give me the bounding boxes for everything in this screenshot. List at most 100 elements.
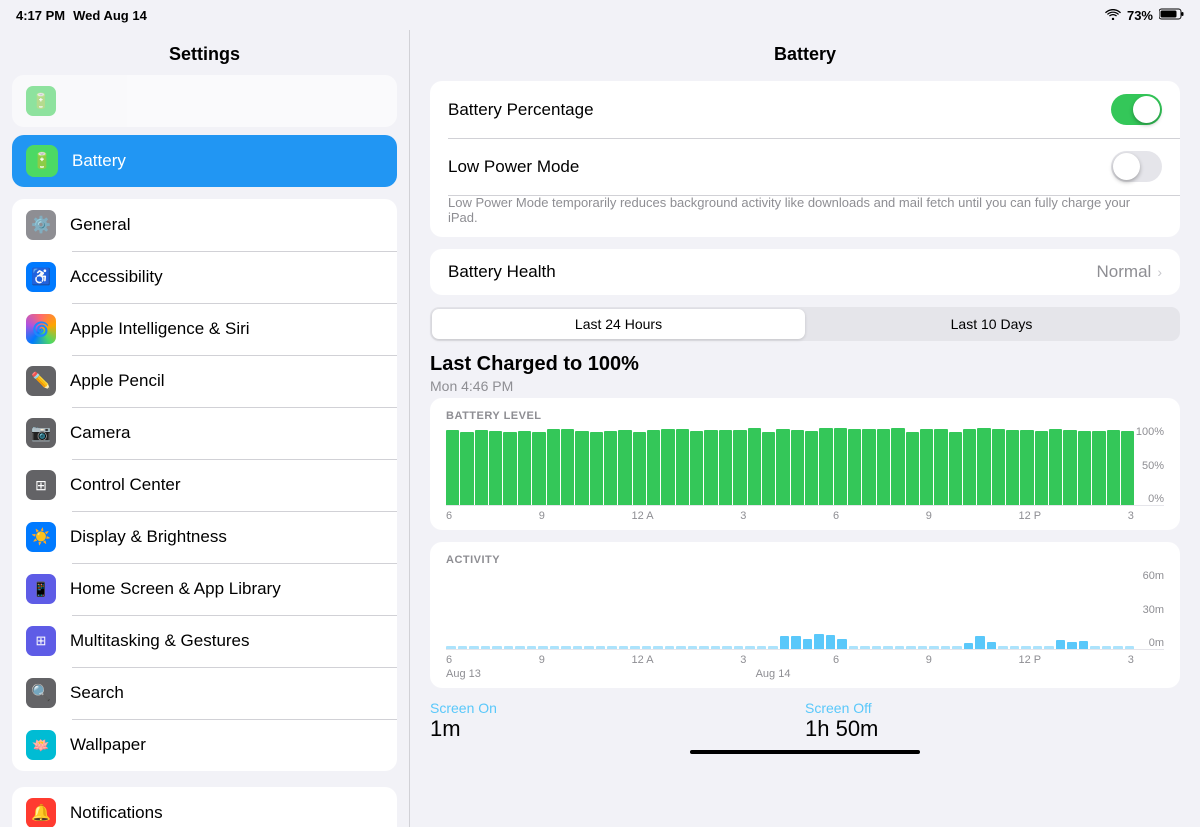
battery-bar <box>963 429 976 505</box>
sidebar-item-general[interactable]: ⚙️ General <box>12 199 397 251</box>
toggle-knob <box>1133 96 1160 123</box>
battery-icon: 🔋 <box>26 145 58 177</box>
sidebar-item-apple-pencil[interactable]: ✏️ Apple Pencil <box>12 355 397 407</box>
sidebar-item-wallpaper[interactable]: 🪷 Wallpaper <box>12 719 397 771</box>
status-date: Wed Aug 14 <box>73 8 147 23</box>
battery-bar <box>848 429 861 505</box>
activity-x-labels: 6 9 12 A 3 6 9 12 P 3 <box>446 654 1164 666</box>
activity-bar <box>1079 641 1089 649</box>
battery-bar <box>1020 430 1033 505</box>
battery-bar <box>446 430 459 505</box>
battery-bar <box>906 432 919 505</box>
act-y-60: 60m <box>1143 570 1164 582</box>
chevron-right-icon: › <box>1157 264 1162 280</box>
sidebar-item-search[interactable]: 🔍 Search <box>12 667 397 719</box>
activity-bar <box>1125 646 1135 649</box>
battery-bar <box>834 428 847 505</box>
battery-percentage-toggle[interactable] <box>1111 94 1162 125</box>
screen-on-stat: Screen On 1m <box>430 700 805 742</box>
activity-bar <box>688 646 698 649</box>
sidebar-item-multitasking[interactable]: ⊞ Multitasking & Gestures <box>12 615 397 667</box>
seg-last-24h[interactable]: Last 24 Hours <box>432 309 805 339</box>
battery-health-card[interactable]: Battery Health Normal › <box>430 249 1180 295</box>
sidebar-item-control-center[interactable]: ⊞ Control Center <box>12 459 397 511</box>
activity-bars-area: 60m 30m 0m <box>446 570 1164 650</box>
activity-bar <box>469 646 479 649</box>
battery-bar <box>661 429 674 505</box>
low-power-mode-row: Low Power Mode <box>430 138 1180 195</box>
activity-bar <box>515 646 525 649</box>
battery-bar <box>547 429 560 505</box>
activity-bar <box>596 646 606 649</box>
activity-bar <box>665 646 675 649</box>
home-indicator <box>690 750 920 754</box>
main-title: Battery <box>410 30 1200 81</box>
wallpaper-icon: 🪷 <box>26 730 56 760</box>
battery-bar <box>676 429 689 505</box>
battery-bar <box>460 432 473 505</box>
battery-level-label: BATTERY LEVEL <box>446 410 1164 422</box>
battery-bar <box>862 429 875 505</box>
activity-date-labels: Aug 13 Aug 14 <box>446 668 1164 680</box>
battery-bar <box>475 430 488 505</box>
battery-bar <box>805 431 818 505</box>
sidebar: Settings 🔋 🔋 Battery ⚙️ General ♿ Access… <box>0 0 410 827</box>
battery-x-labels: 6 9 12 A 3 6 9 12 P 3 <box>446 510 1164 522</box>
battery-bar <box>877 429 890 505</box>
battery-health-row[interactable]: Battery Health Normal › <box>430 249 1180 295</box>
activity-bar <box>676 646 686 649</box>
sidebar-item-home-screen[interactable]: 📱 Home Screen & App Library <box>12 563 397 615</box>
battery-bar <box>949 432 962 505</box>
sidebar-item-accessibility[interactable]: ♿ Accessibility <box>12 251 397 303</box>
battery-bar <box>992 429 1005 505</box>
battery-bar <box>1049 429 1062 505</box>
activity-bar <box>561 646 571 649</box>
activity-bar <box>607 646 617 649</box>
activity-bar <box>883 646 893 649</box>
activity-bar <box>446 646 456 649</box>
battery-bar <box>748 428 761 505</box>
battery-bar <box>704 430 717 505</box>
activity-bar <box>458 646 468 649</box>
activity-bar <box>780 636 790 649</box>
sidebar-item-apple-intelligence[interactable]: 🌀 Apple Intelligence & Siri <box>12 303 397 355</box>
activity-bar <box>998 646 1008 649</box>
home-screen-icon: 📱 <box>26 574 56 604</box>
sidebar-item-camera[interactable]: 📷 Camera <box>12 407 397 459</box>
activity-y-labels: 60m 30m 0m <box>1143 570 1164 649</box>
battery-health-value: Normal <box>1097 262 1152 282</box>
sidebar-item-battery[interactable]: 🔋 Battery <box>12 135 397 187</box>
low-power-toggle[interactable] <box>1111 151 1162 182</box>
battery-bar <box>618 430 631 505</box>
sidebar-title: Settings <box>0 30 409 75</box>
screen-on-value: 1m <box>430 716 805 742</box>
sidebar-item-display-brightness[interactable]: ☀️ Display & Brightness <box>12 511 397 563</box>
sidebar-item-notifications[interactable]: 🔔 Notifications <box>12 787 397 827</box>
status-bar: 4:17 PM Wed Aug 14 73% <box>0 0 1200 30</box>
activity-bar <box>1044 646 1054 649</box>
sidebar-section-1: ⚙️ General ♿ Accessibility 🌀 Apple Intel… <box>0 199 409 771</box>
battery-bar <box>1107 430 1120 505</box>
battery-bar <box>733 430 746 505</box>
main-content: Battery Battery Percentage Low Power Mod… <box>410 0 1200 827</box>
screen-stats: Screen On 1m Screen Off 1h 50m <box>430 700 1180 742</box>
battery-bar <box>1121 431 1134 505</box>
brightness-icon: ☀️ <box>26 522 56 552</box>
seg-last-10d[interactable]: Last 10 Days <box>805 309 1178 339</box>
battery-bar <box>791 430 804 505</box>
act-y-0: 0m <box>1143 637 1164 649</box>
charge-info: Last Charged to 100% Mon 4:46 PM <box>430 353 1180 394</box>
battery-bar <box>1092 431 1105 505</box>
activity-label: ACTIVITY <box>446 554 1164 566</box>
screen-off-value: 1h 50m <box>805 716 1180 742</box>
battery-bar <box>518 431 531 505</box>
battery-bar <box>575 431 588 505</box>
act-y-30: 30m <box>1143 604 1164 616</box>
activity-bar <box>1033 646 1043 649</box>
screen-on-label: Screen On <box>430 700 805 716</box>
activity-bar <box>734 646 744 649</box>
activity-bar <box>481 646 491 649</box>
battery-bar <box>719 430 732 505</box>
activity-bar <box>964 643 974 650</box>
battery-bar <box>934 429 947 505</box>
